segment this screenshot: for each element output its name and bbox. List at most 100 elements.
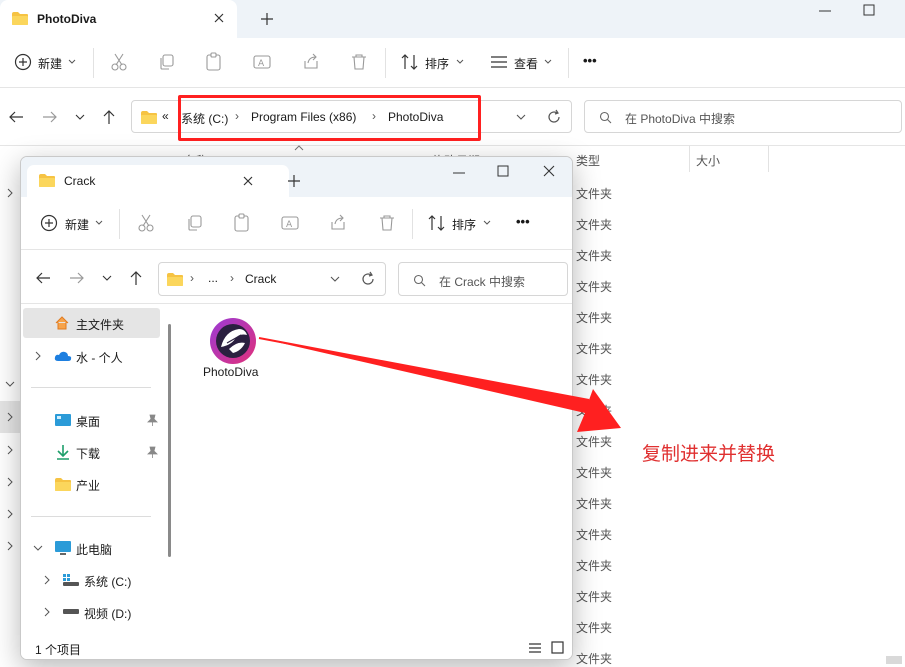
address-highlight-box (178, 95, 481, 141)
address-overflow[interactable]: « (162, 109, 169, 123)
delete-icon[interactable] (378, 214, 396, 232)
onedrive-cloud-icon (54, 351, 72, 361)
system-drive-icon (63, 574, 79, 586)
minimize-icon[interactable] (452, 171, 466, 175)
delete-icon[interactable] (350, 53, 368, 71)
expand-chevron-icon[interactable] (6, 509, 14, 519)
desktop-icon (55, 414, 71, 426)
paste-icon[interactable] (233, 213, 251, 233)
expand-chevron-icon[interactable] (34, 351, 42, 361)
minimize-icon[interactable] (818, 9, 832, 13)
collapse-chevron-icon[interactable] (5, 380, 15, 388)
item-count: 1 个项目 (35, 643, 82, 657)
breadcrumb-ellipsis[interactable]: ... (208, 271, 218, 285)
column-header-type[interactable]: 类型 (576, 152, 600, 169)
sidebar-item-drive-c[interactable]: 系统 (C:) (23, 565, 160, 595)
front-sort-button[interactable]: 排序 (452, 216, 476, 233)
details-view-icon[interactable] (528, 642, 542, 654)
resize-grip[interactable] (886, 656, 902, 664)
sidebar-item-downloads[interactable]: 下载 (23, 437, 160, 467)
collapse-chevron-icon[interactable] (33, 544, 43, 552)
chevron-down-icon[interactable] (516, 114, 526, 121)
folder-icon (12, 12, 28, 25)
expand-chevron-icon[interactable] (6, 188, 14, 198)
file-row-type: 文件夹 (576, 559, 613, 573)
rename-icon[interactable]: A (281, 214, 299, 232)
front-search-placeholder: 在 Crack 中搜索 (439, 275, 526, 289)
sidebar-item-this-pc[interactable]: 此电脑 (23, 533, 160, 563)
sort-icon[interactable] (400, 53, 420, 71)
forward-arrow-icon[interactable] (42, 110, 58, 124)
view-icon[interactable] (490, 55, 508, 69)
recent-dropdown-icon[interactable] (102, 275, 112, 282)
forward-arrow-icon[interactable] (69, 271, 85, 285)
photodiva-app-icon (210, 318, 256, 364)
chevron-down-icon (544, 59, 552, 64)
back-arrow-icon[interactable] (8, 110, 24, 124)
recent-dropdown-icon[interactable] (75, 114, 85, 121)
copy-icon[interactable] (186, 214, 204, 232)
more-button[interactable]: ••• (516, 214, 530, 229)
sidebar-item-desktop[interactable]: 桌面 (23, 405, 160, 435)
svg-text:A: A (258, 59, 265, 69)
expand-chevron-icon[interactable] (6, 445, 14, 455)
back-search-box[interactable]: 在 PhotoDiva 中搜索 (584, 100, 902, 133)
new-icon[interactable] (40, 214, 58, 232)
up-arrow-icon[interactable] (102, 109, 116, 125)
close-icon[interactable] (242, 175, 254, 187)
folder-icon (39, 174, 55, 187)
cut-icon[interactable] (110, 53, 128, 71)
new-icon[interactable] (14, 53, 32, 71)
sidebar-label: 下载 (76, 447, 101, 461)
back-arrow-icon[interactable] (35, 271, 51, 285)
file-row-type: 文件夹 (576, 652, 613, 666)
paste-icon[interactable] (205, 52, 223, 72)
pin-icon[interactable] (147, 414, 158, 426)
back-sort-button[interactable]: 排序 (425, 55, 449, 72)
new-tab-icon[interactable] (287, 174, 301, 188)
share-icon[interactable] (302, 53, 320, 71)
file-row-type: 文件夹 (576, 280, 613, 294)
breadcrumb-segment[interactable]: Crack (245, 272, 276, 286)
front-tab[interactable]: Crack (27, 165, 289, 197)
back-new-button[interactable]: 新建 (38, 55, 62, 72)
chevron-down-icon (95, 220, 103, 225)
front-search-box[interactable]: 在 Crack 中搜索 (398, 262, 568, 296)
refresh-icon[interactable] (546, 109, 562, 125)
pin-icon[interactable] (147, 446, 158, 458)
up-arrow-icon[interactable] (129, 270, 143, 286)
tiles-view-icon[interactable] (551, 641, 564, 654)
sidebar-item-folder[interactable]: 产业 (23, 469, 160, 499)
sidebar-item-drive-d[interactable]: 视频 (D:) (23, 597, 160, 627)
front-new-button[interactable]: 新建 (65, 216, 89, 233)
back-view-button[interactable]: 查看 (514, 55, 538, 72)
sidebar-item-onedrive[interactable]: 水 - 个人 (23, 341, 160, 371)
rename-icon[interactable]: A (253, 53, 271, 71)
refresh-icon[interactable] (360, 271, 376, 287)
more-button[interactable]: ••• (583, 53, 597, 68)
front-toolbar: 新建 A 排序 ••• (21, 197, 572, 250)
new-tab-icon[interactable] (260, 12, 274, 26)
column-header-size[interactable]: 大小 (696, 152, 720, 169)
expand-chevron-icon[interactable] (43, 575, 51, 585)
chevron-down-icon[interactable] (330, 276, 340, 283)
file-row-type: 文件夹 (576, 311, 613, 325)
expand-chevron-icon[interactable] (6, 477, 14, 487)
front-address-bar[interactable]: › ... › Crack (158, 262, 386, 296)
maximize-icon[interactable] (863, 4, 875, 16)
share-icon[interactable] (329, 214, 347, 232)
maximize-icon[interactable] (497, 165, 509, 177)
sidebar-scrollbar[interactable] (168, 324, 171, 557)
expand-chevron-icon[interactable] (6, 412, 14, 422)
file-row-type: 文件夹 (576, 249, 613, 263)
cut-icon[interactable] (137, 214, 155, 232)
sidebar-item-home[interactable]: 主文件夹 (23, 308, 160, 338)
sort-icon[interactable] (427, 214, 447, 232)
back-tab[interactable]: PhotoDiva (0, 0, 237, 38)
close-icon[interactable] (213, 12, 225, 24)
expand-chevron-icon[interactable] (6, 541, 14, 551)
expand-chevron-icon[interactable] (43, 607, 51, 617)
window-close-icon[interactable] (543, 165, 555, 177)
copy-icon[interactable] (158, 53, 176, 71)
annotation-text: 复制进来并替换 (642, 444, 776, 465)
